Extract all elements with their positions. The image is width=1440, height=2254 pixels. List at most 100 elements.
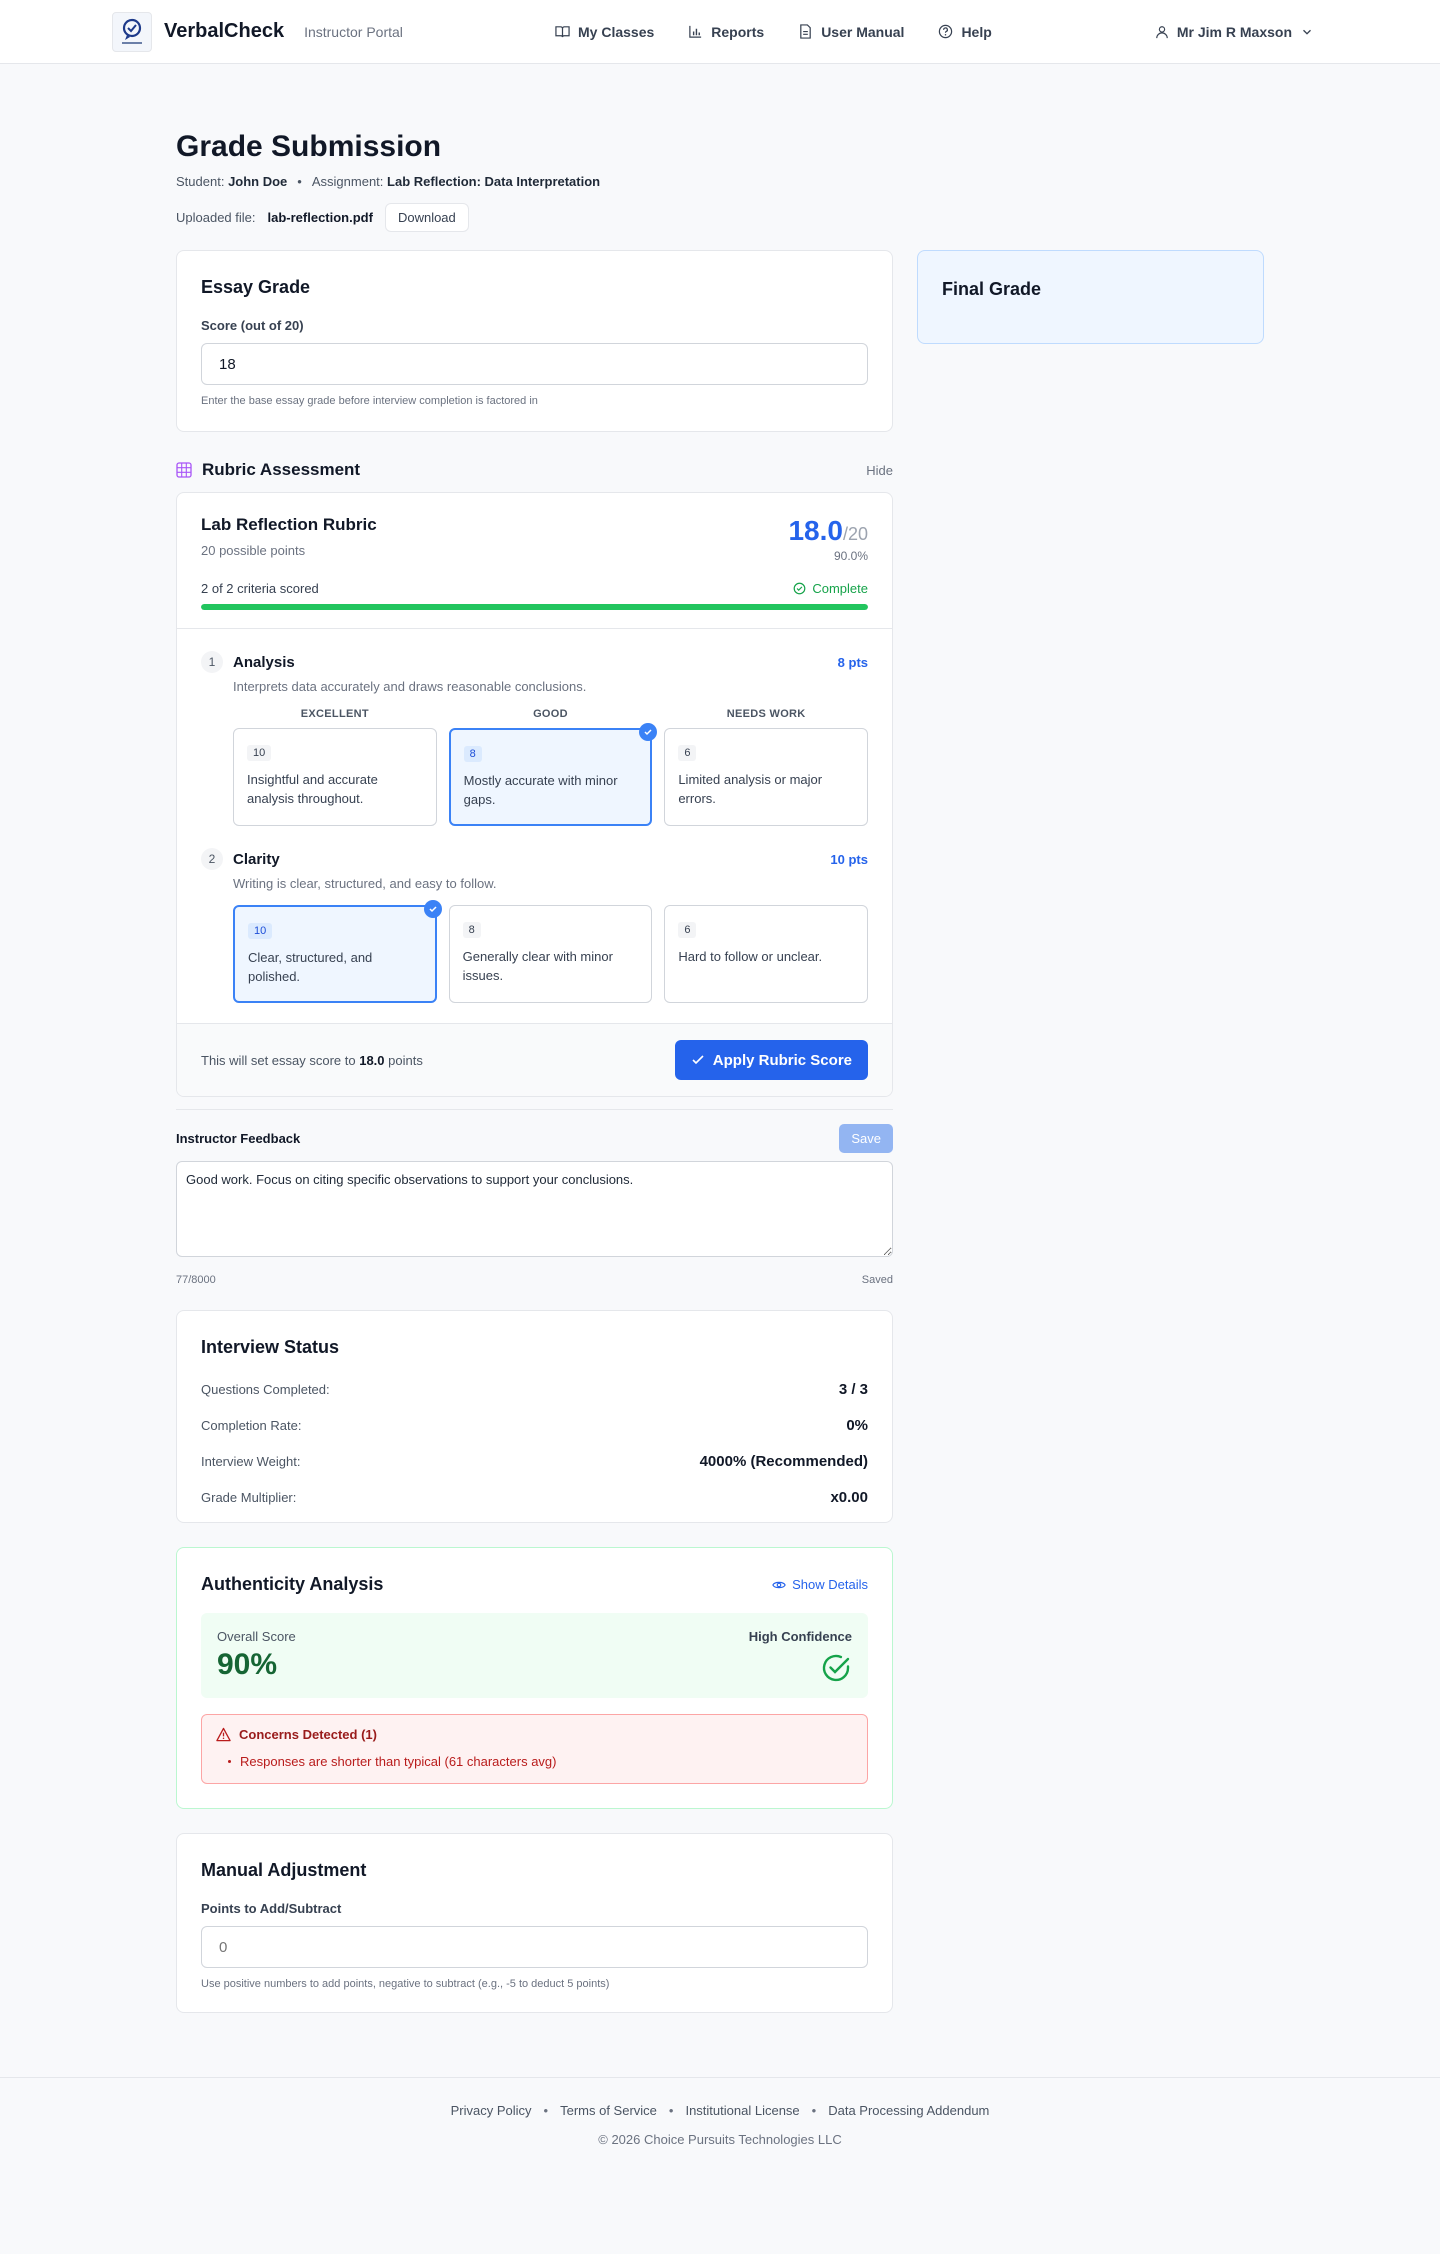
check-circle-icon xyxy=(793,582,806,595)
rubric-section-header: Rubric Assessment Hide xyxy=(176,460,893,480)
nav-reports[interactable]: Reports xyxy=(688,24,764,40)
criterion-description: Interprets data accurately and draws rea… xyxy=(233,679,587,694)
concerns-title: Concerns Detected (1) xyxy=(239,1727,377,1742)
selected-check-icon xyxy=(423,900,442,918)
institutional-license-link[interactable]: Institutional License xyxy=(685,2103,799,2118)
overall-score-box: Overall Score 90% High Confidence xyxy=(201,1613,868,1698)
level-text: Limited analysis or major errors. xyxy=(678,772,823,806)
apply-summary-suffix: points xyxy=(384,1052,423,1068)
level-options: 10 Insightful and accurate analysis thro… xyxy=(233,723,868,826)
submission-meta: Student: John Doe • Assignment: Lab Refl… xyxy=(176,174,1264,189)
hide-rubric-link[interactable]: Hide xyxy=(866,463,893,478)
chevron-down-icon xyxy=(1303,29,1311,35)
overall-score-block: Overall Score 90% xyxy=(217,1629,296,1684)
copyright: © 2026 Choice Pursuits Technologies LLC xyxy=(598,2131,842,2147)
rubric-total-score: 18.0/20 xyxy=(788,515,868,547)
level-option-good[interactable]: 8 Generally clear with minor issues. xyxy=(448,905,653,1003)
level-option-excellent[interactable]: 10 Clear, structured, and polished. xyxy=(233,900,442,1003)
data-processing-addendum-link[interactable]: Data Processing Addendum xyxy=(828,2103,989,2118)
nav-help[interactable]: Help xyxy=(938,24,992,40)
save-feedback-button[interactable]: Save xyxy=(839,1124,893,1153)
separator-dot: • xyxy=(811,2102,817,2118)
level-option-excellent[interactable]: 10 Insightful and accurate analysis thro… xyxy=(233,728,437,826)
user-menu[interactable]: Mr Jim R Maxson xyxy=(1155,24,1314,40)
feedback-meta: 77/8000 Saved xyxy=(176,1274,893,1286)
points-adjust-hint: Use positive numbers to add points, nega… xyxy=(201,1978,610,1990)
book-icon xyxy=(555,26,570,38)
interview-status-title: Interview Status xyxy=(201,1337,340,1357)
level-points: 6 xyxy=(678,922,697,938)
download-button[interactable]: Download xyxy=(384,203,469,232)
main-nav: My Classes Reports User Manual Help xyxy=(555,24,992,40)
brand[interactable]: VerbalCheck Instructor Portal xyxy=(112,11,403,52)
level-header-excellent: EXCELLENT xyxy=(300,708,369,720)
level-points: 8 xyxy=(463,746,482,762)
feedback-header: Instructor Feedback Save xyxy=(176,1124,893,1153)
nav-my-classes[interactable]: My Classes xyxy=(555,24,654,40)
criterion-header: 1 Analysis 8 pts xyxy=(201,651,868,673)
level-header-needs-work: NEEDS WORK xyxy=(726,708,806,720)
apply-rubric-score-button[interactable]: Apply Rubric Score xyxy=(674,1040,868,1080)
interview-status-card: Interview Status Questions Completed: 3 … xyxy=(176,1310,893,1523)
feedback-textarea[interactable] xyxy=(176,1161,893,1257)
level-text: Hard to follow or unclear. xyxy=(678,949,823,964)
criterion-clarity: 2 Clarity 10 pts Writing is clear, struc… xyxy=(201,848,868,1003)
level-points: 10 xyxy=(248,923,273,939)
concerns-header: Concerns Detected (1) xyxy=(216,1727,853,1742)
portal-label: Instructor Portal xyxy=(304,23,403,40)
score-label: Score (out of 20) xyxy=(201,318,304,333)
essay-score-input[interactable] xyxy=(201,343,868,385)
rubric-info: Lab Reflection Rubric 20 possible points xyxy=(201,515,377,563)
complete-status: Complete xyxy=(793,581,868,596)
level-text: Mostly accurate with minor gaps. xyxy=(463,773,618,807)
privacy-policy-link[interactable]: Privacy Policy xyxy=(451,2103,532,2118)
level-option-good[interactable]: 8 Mostly accurate with minor gaps. xyxy=(448,723,658,826)
manual-adjustment-card: Manual Adjustment Points to Add/Subtract… xyxy=(176,1833,893,2013)
level-option-needs-work[interactable]: 6 Hard to follow or unclear. xyxy=(664,905,868,1003)
terms-of-service-link[interactable]: Terms of Service xyxy=(560,2103,657,2118)
stat-row-questions-completed: Questions Completed: 3 / 3 xyxy=(201,1378,868,1400)
apply-summary-prefix: This will set essay score to xyxy=(201,1052,360,1068)
nav-label: My Classes xyxy=(578,23,655,40)
confidence-icon-wrap xyxy=(749,1652,852,1684)
level-option-needs-work[interactable]: 6 Limited analysis or major errors. xyxy=(664,728,868,826)
verbalcheck-logo xyxy=(112,11,152,52)
left-column: Essay Grade Score (out of 20) Enter the … xyxy=(176,250,893,2013)
assignment-info: Assignment: Lab Reflection: Data Interpr… xyxy=(312,174,600,189)
stat-label: Grade Multiplier: xyxy=(201,1489,297,1505)
criterion-analysis: 1 Analysis 8 pts Interprets data accurat… xyxy=(201,651,868,826)
stat-label: Completion Rate: xyxy=(201,1417,302,1433)
level-text: Generally clear with minor issues. xyxy=(462,949,613,983)
essay-grade-title: Essay Grade xyxy=(201,277,311,297)
show-details-link[interactable]: Show Details xyxy=(772,1577,868,1592)
apply-rubric-score-label: Apply Rubric Score xyxy=(712,1051,852,1069)
main-content: Grade Submission Student: John Doe • Ass… xyxy=(176,64,1264,2013)
apply-summary: This will set essay score to 18.0 points xyxy=(201,1053,423,1068)
level-text: Insightful and accurate analysis through… xyxy=(247,772,378,806)
criterion-name: Clarity xyxy=(233,850,280,868)
help-circle-icon xyxy=(939,24,953,39)
stat-label: Questions Completed: xyxy=(201,1381,330,1397)
assignment-name: Lab Reflection: Data Interpretation xyxy=(387,174,601,189)
selected-check-icon xyxy=(639,723,658,741)
level-points: 8 xyxy=(462,922,481,938)
show-details-label: Show Details xyxy=(792,1577,868,1592)
separator-dot: • xyxy=(668,2102,674,2118)
level-options: 10 Clear, structured, and polished. 8 Ge… xyxy=(233,900,868,1003)
rubric-score-out-of: /20 xyxy=(842,524,868,544)
rubric-progress-fill xyxy=(201,604,868,610)
stat-label: Interview Weight: xyxy=(201,1453,301,1469)
page-footer: Privacy Policy • Terms of Service • Inst… xyxy=(0,2077,1440,2171)
save-status: Saved xyxy=(861,1274,893,1286)
apply-summary-score: 18.0 xyxy=(359,1052,385,1068)
confidence-label: High Confidence xyxy=(748,1629,852,1644)
nav-user-manual[interactable]: User Manual xyxy=(798,24,904,40)
criterion-number: 2 xyxy=(201,848,223,870)
rubric-score-percent: 90.0% xyxy=(833,549,868,563)
assignment-label: Assignment: xyxy=(311,174,384,189)
points-adjust-input[interactable] xyxy=(201,1926,868,1968)
separator-dot: • xyxy=(297,174,302,189)
student-label: Student: xyxy=(176,174,225,189)
separator-dot: • xyxy=(543,2102,549,2118)
check-circle-icon xyxy=(822,1654,850,1682)
